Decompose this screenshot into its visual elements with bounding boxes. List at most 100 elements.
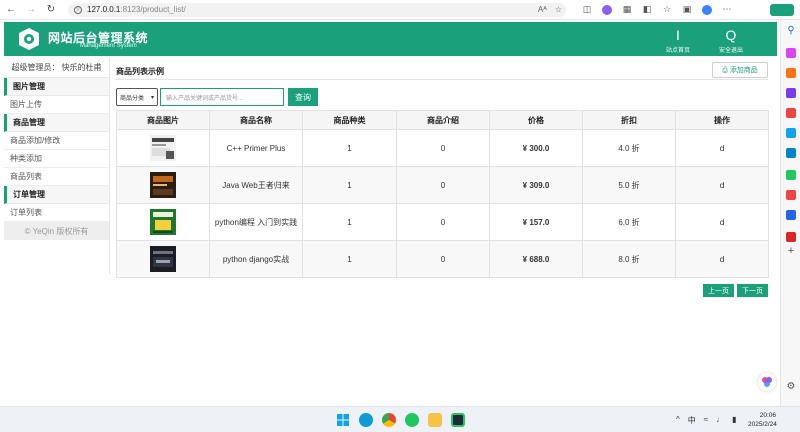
sidebar-group-products[interactable]: 商品管理 — [4, 114, 109, 132]
product-intro: 0 — [396, 203, 490, 241]
edge-copilot-button[interactable] — [770, 4, 794, 16]
edge-app-icon[interactable] — [786, 210, 796, 220]
tray-chevron-icon[interactable]: ^ — [676, 415, 680, 426]
site-home-link[interactable]: I 站点首页 — [664, 28, 692, 54]
product-discount: 8.0 折 — [582, 240, 676, 278]
logout-label: 安全退出 — [718, 48, 743, 54]
address-bar[interactable]: i 127.0.0.1:8123/product_list/ Aᴬ ☆ — [68, 2, 566, 17]
product-discount: 6.0 折 — [582, 203, 676, 241]
chrome-icon[interactable] — [382, 413, 396, 427]
product-name: Java Web王者归来 — [209, 166, 303, 204]
col-name: 商品名称 — [209, 110, 303, 130]
delete-icon[interactable]: d — [675, 129, 769, 167]
search-button[interactable]: 查询 — [288, 88, 318, 106]
drop-icon[interactable] — [786, 170, 796, 180]
logout-link[interactable]: Q 安全退出 — [716, 28, 746, 54]
add-product-button[interactable]: ⎙ 添加商品 — [712, 62, 768, 78]
product-image-cell — [116, 240, 210, 278]
book-cover-image — [150, 209, 176, 235]
battery-icon[interactable]: ▮ — [732, 415, 736, 426]
search-input[interactable]: 输入产品关键词或产品货号... — [160, 88, 284, 106]
reader-mode-icon[interactable]: Aᴬ — [538, 5, 547, 14]
table-row: python编程 入门到实践 1 0 ¥ 157.0 6.0 折 d — [116, 203, 769, 241]
sidebar-group-orders[interactable]: 订单管理 — [4, 186, 109, 204]
floating-assistant-icon[interactable] — [758, 373, 776, 391]
product-image-cell — [116, 166, 210, 204]
admin-name: 快乐的杜甫 — [61, 63, 102, 72]
product-price: ¥ 157.0 — [489, 203, 583, 241]
col-intro: 商品介绍 — [396, 110, 490, 130]
tools-icon[interactable] — [786, 88, 796, 98]
more-menu-icon[interactable]: ⋯ — [722, 4, 732, 15]
weibo-icon[interactable] — [786, 190, 796, 200]
office-icon[interactable] — [786, 128, 796, 138]
search-icon[interactable]: ⚲ — [786, 26, 796, 36]
admin-role: 超级管理员： — [11, 63, 60, 72]
product-table: 商品图片 商品名称 商品种类 商品介绍 价格 折扣 操作 C++ Primer … — [116, 110, 769, 278]
prev-page-button[interactable]: 上一页 — [703, 284, 734, 297]
site-home-label: 站点首页 — [665, 48, 690, 54]
copilot-sidebar-icon[interactable] — [786, 48, 796, 58]
logout-icon: Q — [725, 27, 737, 43]
games-icon[interactable] — [786, 108, 796, 118]
extensions-icon[interactable]: ▦ — [622, 4, 632, 15]
reader-app-icon[interactable] — [786, 232, 796, 242]
wechat-icon[interactable] — [405, 413, 419, 427]
system-tray: ^ 中 ≈ ♩ ▮ — [676, 415, 737, 426]
collections-add-icon[interactable]: ▣ — [682, 4, 692, 15]
sidebar-item-image-upload[interactable]: 图片上传 — [4, 96, 109, 114]
system-clock[interactable]: 20:06 2025/2/24 — [748, 411, 777, 429]
col-kind: 商品种类 — [302, 110, 397, 130]
col-image: 商品图片 — [116, 110, 210, 130]
pycharm-icon[interactable] — [451, 413, 465, 427]
copilot-icon[interactable] — [602, 4, 612, 15]
reload-icon[interactable]: ↻ — [44, 3, 58, 17]
settings-gear-icon[interactable]: ⚙ — [786, 382, 796, 392]
favorite-star-icon[interactable]: ☆ — [555, 5, 562, 14]
profile-icon[interactable] — [702, 4, 712, 15]
back-arrow-icon[interactable]: ← — [4, 3, 18, 17]
windows-start-icon[interactable] — [336, 413, 350, 427]
product-kind: 1 — [302, 203, 397, 241]
taskbar: ^ 中 ≈ ♩ ▮ 20:06 2025/2/24 — [0, 406, 800, 432]
favorites-icon[interactable]: ☆ — [662, 4, 672, 15]
main-header: 商品列表示例 ⎙ 添加商品 — [116, 58, 768, 80]
volume-icon[interactable]: ♩ — [716, 415, 724, 426]
app-header: 网站后台管理系统 Management System I 站点首页 Q 安全退出 — [4, 22, 777, 56]
next-page-button[interactable]: 下一页 — [737, 284, 768, 297]
category-select-value: 商品分类 — [120, 95, 145, 102]
col-discount: 折扣 — [582, 110, 676, 130]
sidebar-item-kind-add[interactable]: 种类添加 — [4, 150, 109, 168]
outlook-icon[interactable] — [786, 148, 796, 158]
delete-icon[interactable]: d — [675, 240, 769, 278]
delete-icon[interactable]: d — [675, 203, 769, 241]
page-title: 商品列表示例 — [116, 67, 164, 76]
split-screen-icon[interactable]: ◫ — [582, 4, 592, 15]
chevron-down-icon: ▾ — [150, 94, 154, 101]
wifi-icon[interactable]: ≈ — [704, 415, 708, 426]
sidebar-item-order-list[interactable]: 订单列表 — [4, 204, 109, 222]
home-icon: I — [676, 27, 680, 43]
sidebar-item-product-list[interactable]: 商品列表 — [4, 168, 109, 186]
pagination: 上一页 下一页 — [703, 284, 768, 297]
category-select[interactable]: 商品分类 ▾ — [116, 88, 158, 106]
file-explorer-icon[interactable] — [428, 413, 442, 427]
add-app-icon[interactable]: + — [786, 246, 796, 257]
forward-arrow-icon[interactable]: → — [24, 3, 38, 17]
sidebar-group-images[interactable]: 图片管理 — [4, 78, 109, 96]
url-host: 127.0.0.1 — [87, 5, 121, 14]
admin-info: 超级管理员： 快乐的杜甫 — [4, 58, 109, 78]
product-discount: 5.0 折 — [582, 166, 676, 204]
site-info-icon[interactable]: i — [74, 5, 82, 14]
delete-icon[interactable]: d — [675, 166, 769, 204]
copyright: © YeQin 版权所有 — [4, 222, 109, 240]
product-discount: 4.0 折 — [582, 129, 676, 167]
sidebar-item-product-edit[interactable]: 商品添加/修改 — [4, 132, 109, 150]
collections-icon[interactable]: ◧ — [642, 4, 652, 15]
assistant-logo-icon — [762, 377, 772, 387]
input-language[interactable]: 中 — [688, 415, 696, 426]
shopping-icon[interactable] — [786, 68, 796, 78]
edge-browser-icon[interactable] — [359, 413, 373, 427]
product-intro: 0 — [396, 166, 490, 204]
app-subtitle: Management System — [80, 43, 137, 49]
